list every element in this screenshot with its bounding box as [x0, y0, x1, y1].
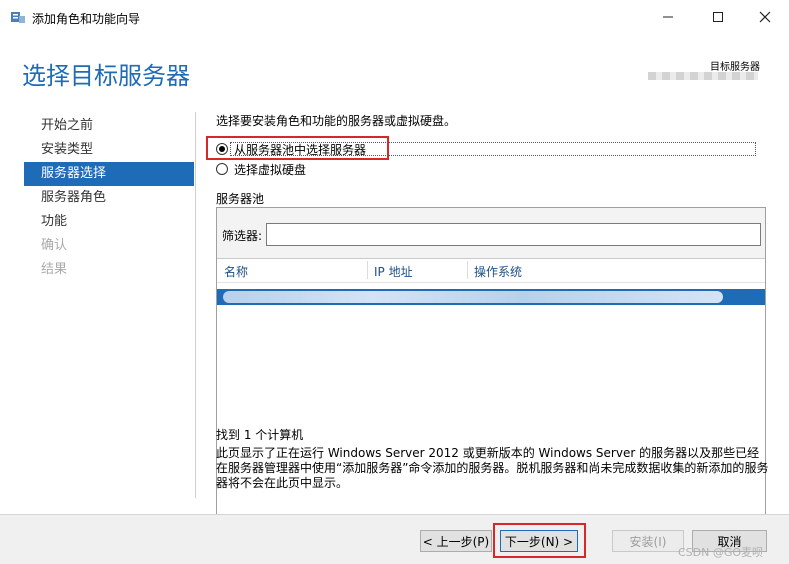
annotation-highlight-radio — [206, 136, 389, 160]
annotation-highlight-next — [493, 523, 586, 558]
filter-label: 筛选器: — [222, 229, 263, 243]
column-header-ip[interactable]: IP 地址 — [374, 263, 413, 280]
watermark: CSDN @GO麦呗 — [678, 546, 764, 559]
title-bar: 添加角色和功能向导 — [0, 0, 789, 34]
close-icon[interactable] — [745, 4, 785, 30]
found-count-text: 找到 1 个计算机 — [216, 428, 304, 442]
page-title: 选择目标服务器 — [22, 62, 190, 90]
nav-item-results: 结果 — [41, 262, 68, 277]
destination-server-value — [648, 72, 758, 80]
wizard-header: 选择目标服务器 目标服务器 — [0, 34, 789, 104]
column-separator — [367, 261, 368, 279]
install-button: 安装(I) — [612, 530, 684, 552]
minimize-icon[interactable] — [648, 4, 688, 30]
column-separator — [467, 261, 468, 279]
radio-virtual-disk[interactable]: 选择虚拟硬盘 — [216, 160, 306, 178]
nav-divider — [195, 112, 196, 498]
wizard-footer: < 上一步(P) 下一步(N) > 安装(I) 取消 — [0, 515, 789, 564]
grid-header: 名称 IP 地址 操作系统 — [217, 259, 765, 283]
nav-item-features[interactable]: 功能 — [24, 210, 194, 234]
radio-virtual-disk-label: 选择虚拟硬盘 — [234, 162, 307, 177]
description-text: 此页显示了正在运行 Windows Server 2012 或更新版本的 Win… — [216, 446, 769, 490]
server-pool-heading: 服务器池 — [216, 192, 265, 206]
previous-button[interactable]: < 上一步(P) — [420, 530, 492, 552]
destination-server-label: 目标服务器 — [710, 62, 760, 73]
nav-item-server-roles[interactable]: 服务器角色 — [24, 186, 194, 210]
table-row-selected[interactable] — [217, 289, 765, 305]
server-grid: 名称 IP 地址 操作系统 — [217, 258, 765, 534]
nav-item-confirmation: 确认 — [41, 238, 68, 253]
maximize-icon[interactable] — [698, 4, 738, 30]
filter-input[interactable] — [266, 223, 761, 246]
nav-item-installation-type[interactable]: 安装类型 — [24, 138, 194, 162]
window-title: 添加角色和功能向导 — [32, 12, 141, 26]
server-manager-icon — [11, 12, 25, 23]
column-header-os[interactable]: 操作系统 — [474, 263, 522, 280]
redacted-row-content — [223, 291, 723, 303]
radio-button-unchecked[interactable] — [216, 163, 228, 175]
intro-text: 选择要安装角色和功能的服务器或虚拟硬盘。 — [216, 114, 457, 128]
wizard-step-nav: 开始之前 安装类型 服务器选择 服务器角色 功能 确认 结果 — [24, 114, 194, 282]
nav-item-server-selection[interactable]: 服务器选择 — [24, 162, 194, 186]
nav-item-before-you-begin[interactable]: 开始之前 — [24, 114, 194, 138]
column-header-name[interactable]: 名称 — [224, 263, 248, 280]
